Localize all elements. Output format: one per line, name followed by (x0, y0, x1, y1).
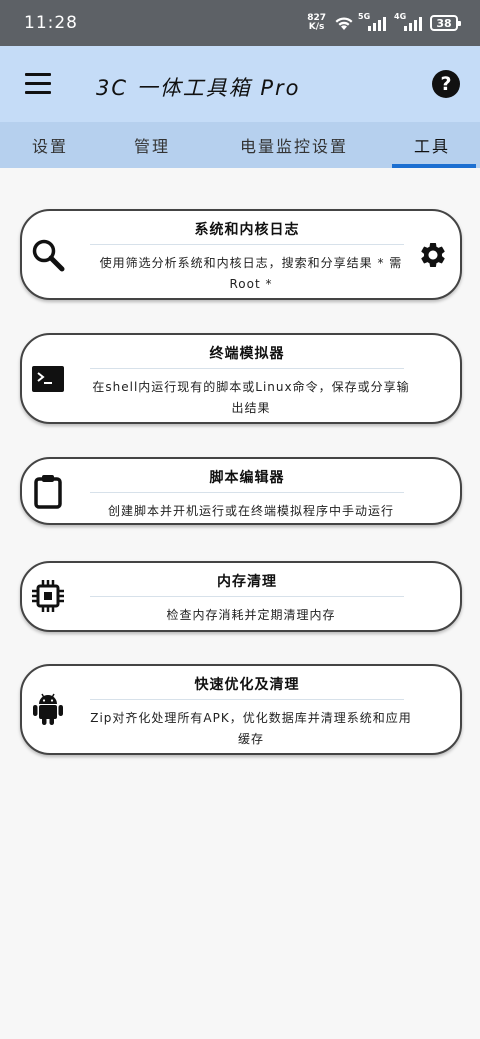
help-icon[interactable]: ? (432, 70, 460, 98)
tool-title: 快速优化及清理 (194, 677, 300, 693)
tab-tools[interactable]: 工具 (384, 122, 480, 168)
tool-card-script-editor[interactable]: 脚本编辑器 创建脚本并开机运行或在终端模拟程序中手动运行 (20, 457, 462, 525)
app-title: 3C 一体工具箱 Pro (96, 76, 301, 100)
status-bar: 11:28 827 K/s 5G 4G 38 (0, 0, 480, 46)
network-speed-unit: K/s (308, 22, 325, 32)
tab-label: 电量监控设置 (239, 137, 348, 156)
network-speed: 827 K/s (307, 14, 326, 32)
tool-card-terminal[interactable]: 终端模拟器 在shell内运行现有的脚本或Linux命令，保存或分享输出结果 (20, 333, 462, 424)
status-icons: 827 K/s 5G 4G 38 (307, 12, 461, 32)
search-icon (32, 239, 65, 272)
tab-battery-monitor-settings[interactable]: 电量监控设置 (204, 122, 384, 168)
app-bar: 3C 一体工具箱 Pro ? (0, 46, 480, 122)
signal-4g-label: 4G (394, 12, 407, 21)
tool-description: Zip对齐化处理所有APK，优化数据库并清理系统和应用缓存 (90, 711, 412, 746)
wifi-icon (335, 17, 353, 30)
divider (90, 244, 404, 245)
help-glyph: ? (440, 73, 452, 95)
signal-5g-label: 5G (358, 12, 371, 21)
battery-level: 38 (436, 16, 452, 30)
tool-description: 创建脚本并开机运行或在终端模拟程序中手动运行 (107, 504, 394, 518)
tool-description: 使用筛选分析系统和内核日志，搜索和分享结果 * 需Root * (99, 256, 403, 291)
tool-description: 在shell内运行现有的脚本或Linux命令，保存或分享输出结果 (92, 380, 410, 415)
signal-4g-icon: 4G (394, 12, 422, 31)
tab-label: 管理 (133, 137, 170, 156)
memory-chip-icon (32, 580, 64, 612)
clipboard-icon (34, 475, 62, 509)
tool-description: 检查内存消耗并定期清理内存 (166, 608, 336, 622)
menu-icon[interactable] (25, 73, 51, 95)
battery-icon: 38 (430, 15, 461, 31)
divider (90, 492, 404, 493)
tool-card-system-logs[interactable]: 系统和内核日志 使用筛选分析系统和内核日志，搜索和分享结果 * 需Root * (20, 209, 462, 300)
divider (90, 368, 404, 369)
tool-title: 内存清理 (217, 574, 277, 590)
tool-title: 系统和内核日志 (194, 222, 300, 238)
android-icon (33, 693, 63, 725)
tab-label: 设置 (31, 137, 68, 156)
tool-title: 脚本编辑器 (209, 470, 285, 486)
tab-settings[interactable]: 设置 (0, 122, 100, 168)
terminal-icon (32, 366, 64, 392)
tab-manage[interactable]: 管理 (100, 122, 204, 168)
gear-icon[interactable] (418, 240, 448, 270)
tool-card-memory-cleanup[interactable]: 内存清理 检查内存消耗并定期清理内存 (20, 561, 462, 632)
signal-5g-icon: 5G (358, 12, 386, 31)
divider (90, 699, 404, 700)
status-time: 11:28 (24, 13, 78, 33)
tab-bar: 设置 管理 电量监控设置 工具 (0, 122, 480, 168)
divider (90, 596, 404, 597)
tab-label: 工具 (413, 137, 450, 156)
tool-card-quick-optimize[interactable]: 快速优化及清理 Zip对齐化处理所有APK，优化数据库并清理系统和应用缓存 (20, 664, 462, 755)
tool-title: 终端模拟器 (209, 346, 285, 362)
